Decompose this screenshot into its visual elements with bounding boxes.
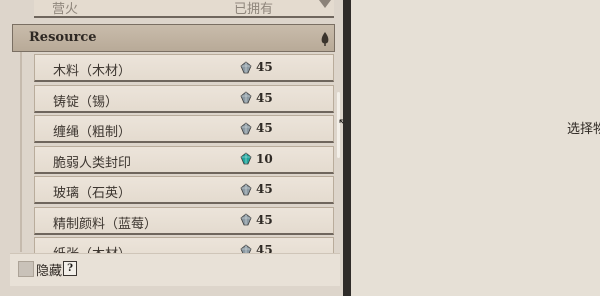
- item-cost: 45: [240, 121, 273, 135]
- gem-currency-icon: [240, 60, 252, 74]
- item-cost: 45: [240, 213, 273, 227]
- list-item[interactable]: 精制颜料（蓝莓） 45: [34, 206, 334, 235]
- cost-value: 45: [256, 60, 273, 74]
- item-name: 脆弱人类封印: [53, 155, 132, 171]
- item-name: 铸锭（锡）: [53, 94, 119, 110]
- item-cost: 45: [240, 182, 273, 196]
- item-name: 精制颜料（蓝莓）: [53, 216, 158, 232]
- list-indent-rail: [20, 52, 22, 252]
- cost-value: 10: [256, 151, 273, 166]
- list-item[interactable]: 铸锭（锡） 45: [34, 84, 334, 113]
- item-detail-panel: 选择物: [351, 0, 600, 296]
- list-footer: 隐藏 ?: [10, 253, 340, 286]
- item-name: 缠绳（粗制）: [53, 125, 132, 140]
- list-item[interactable]: 木料（木材） 45: [34, 54, 334, 82]
- item-cost: 10: [240, 152, 273, 166]
- item-name: 玻璃（石英）: [53, 186, 132, 201]
- owned-status: 已拥有: [234, 2, 274, 17]
- hide-owned-checkbox[interactable]: [18, 261, 34, 277]
- gem-currency-icon: [240, 213, 252, 226]
- gem-currency-icon: [240, 152, 252, 165]
- gem-currency-icon: [240, 121, 252, 135]
- collapse-arrow-icon[interactable]: [319, 0, 331, 8]
- item-cost: 45: [240, 91, 273, 105]
- game-window: 营火 已拥有 Resource 木料（木材） 45 铸锭（锡） 45 缠绳（粗制） 45 脆…: [0, 0, 600, 296]
- cost-value: 45: [256, 182, 273, 196]
- list-item[interactable]: 脆弱人类封印 10: [34, 145, 334, 174]
- item-name: 营火: [52, 2, 79, 17]
- help-icon[interactable]: ?: [63, 261, 77, 276]
- category-title: Resource: [29, 30, 97, 45]
- cost-value: 45: [256, 90, 273, 105]
- list-item[interactable]: 缠绳（粗制） 45: [34, 115, 334, 143]
- hide-owned-label: 隐藏: [36, 264, 63, 279]
- cost-value: 45: [256, 212, 273, 227]
- cost-value: 45: [256, 121, 273, 135]
- panel-divider: [343, 0, 351, 296]
- list-item-owned[interactable]: 营火 已拥有: [34, 0, 334, 18]
- select-item-hint: 选择物: [567, 122, 600, 137]
- item-list-panel: 营火 已拥有 Resource 木料（木材） 45 铸锭（锡） 45 缠绳（粗制） 45 脆…: [0, 0, 343, 296]
- item-name: 木料（木材）: [53, 64, 132, 79]
- item-cost: 45: [240, 60, 273, 74]
- category-header-resource[interactable]: Resource: [12, 24, 335, 52]
- gem-currency-icon: [240, 91, 252, 104]
- leaf-toggle-icon[interactable]: [319, 31, 331, 51]
- gem-currency-icon: [240, 182, 252, 196]
- list-item[interactable]: 玻璃（石英） 45: [34, 176, 334, 204]
